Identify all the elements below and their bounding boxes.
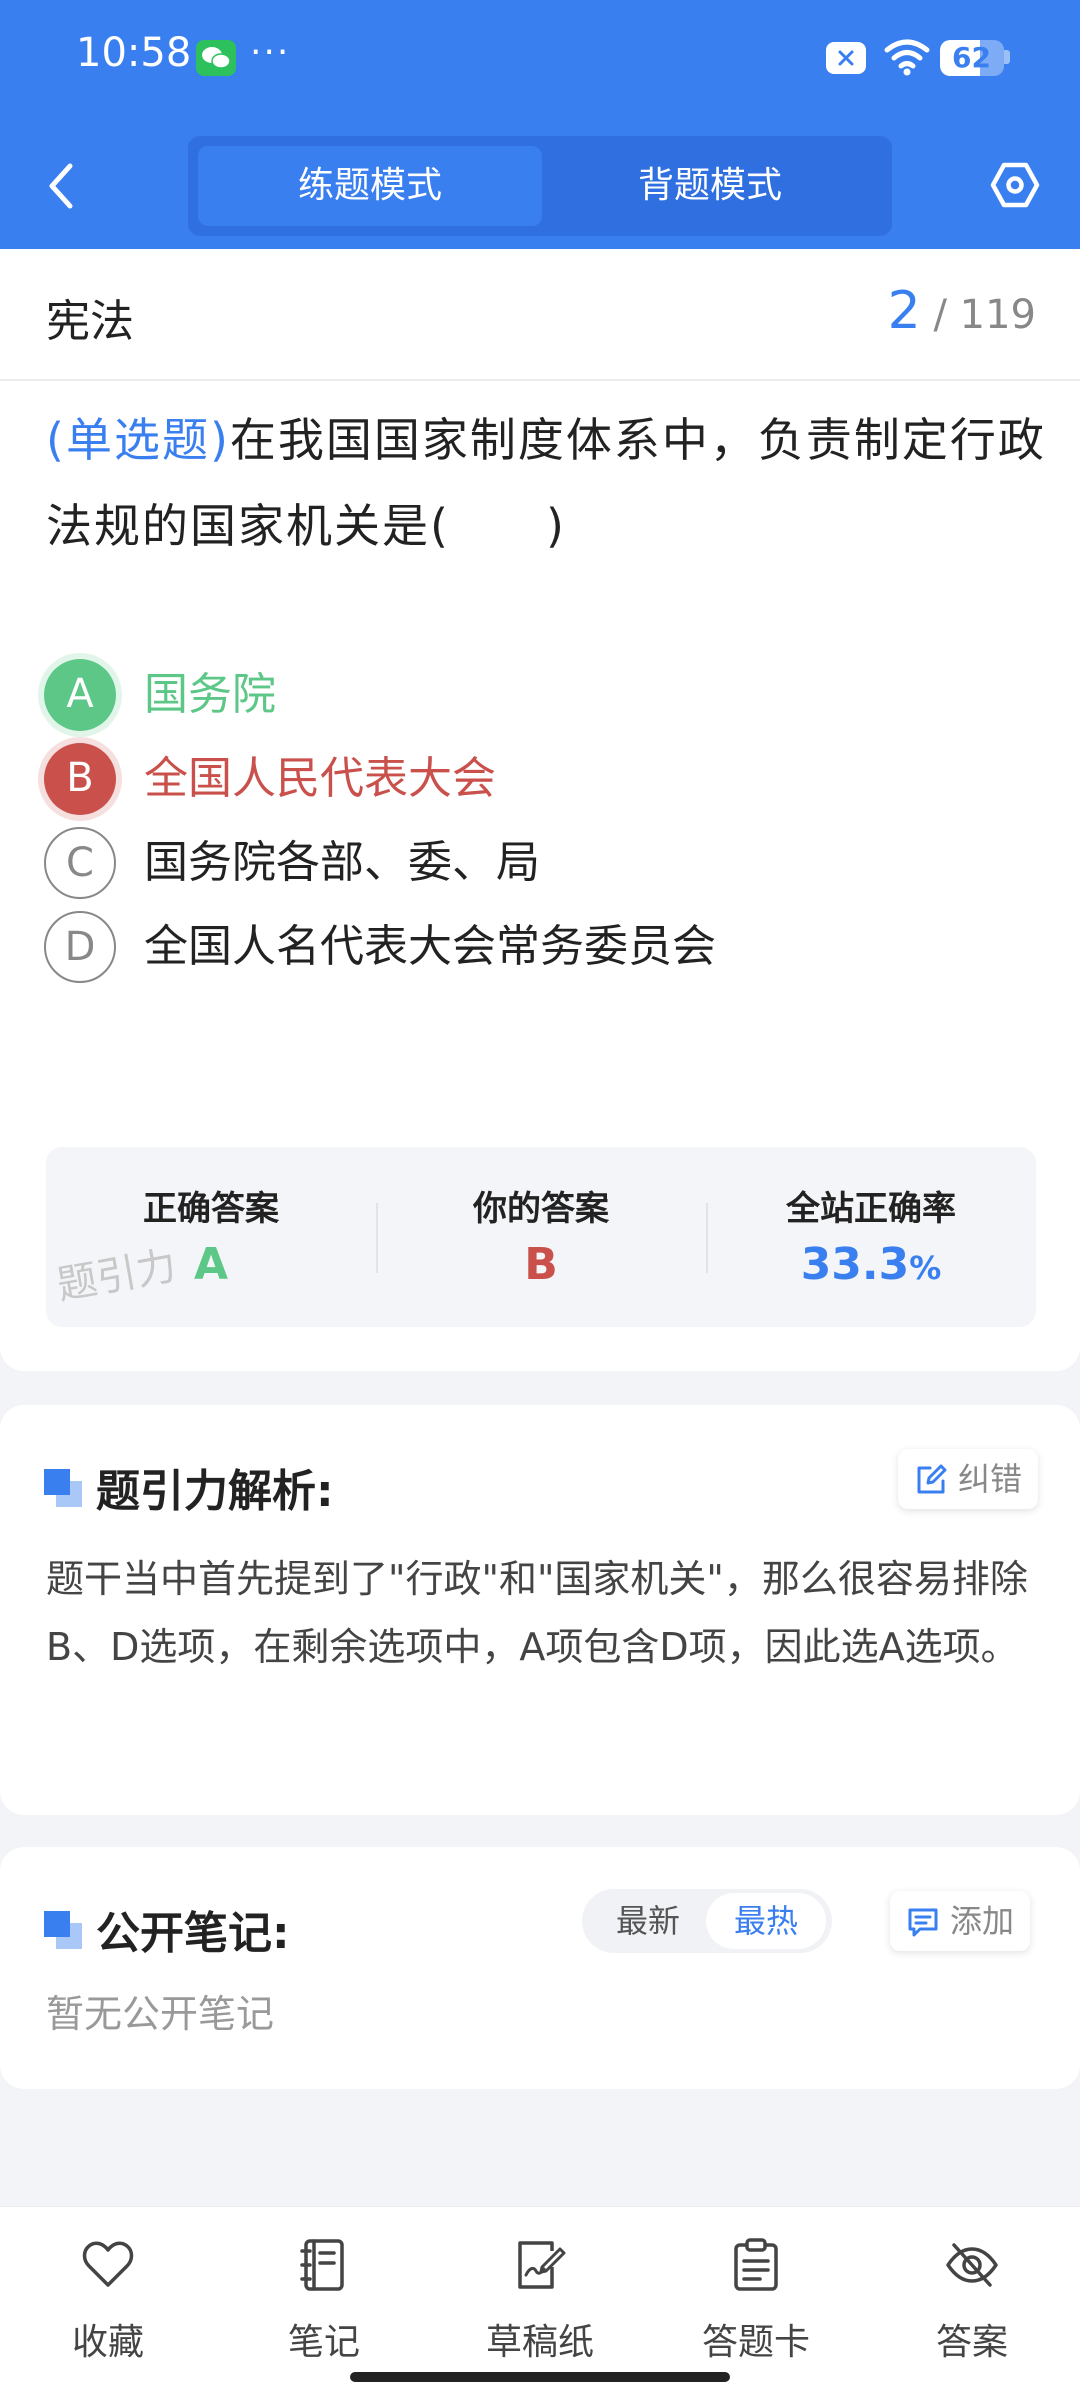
option-text: 全国人名代表大会常务委员会 (144, 921, 716, 972)
accuracy-column: 全站正确率 33.3% (706, 1147, 1036, 1327)
wechat-notification-icon (196, 40, 236, 76)
battery-tip (1004, 50, 1010, 64)
option-text: 国务院 (144, 669, 276, 720)
tab-answer-sheet[interactable]: 答题卡 (648, 2227, 864, 2367)
tab-notes[interactable]: 笔记 (216, 2227, 432, 2367)
correct-answer-label: 正确答案 (143, 1189, 279, 1229)
analysis-text: 题干当中首先提到了"行政"和"国家机关"，那么很容易排除B、D选项，在剩余选项中… (46, 1557, 1028, 1669)
section-squares-icon (44, 1469, 84, 1509)
progress-current: 2 (887, 281, 921, 341)
your-answer-label: 你的答案 (473, 1189, 609, 1229)
wifi-icon (884, 39, 930, 76)
tab-label: 答案 (935, 2322, 1008, 2363)
settings-hexagon-icon[interactable] (990, 160, 1040, 210)
tab-label: 笔记 (287, 2322, 360, 2363)
bottom-toolbar: 收藏 笔记 草稿纸 答题卡 答案 (0, 2206, 1080, 2400)
tab-label: 收藏 (71, 2322, 144, 2363)
add-note-button[interactable]: 添加 (890, 1891, 1031, 1951)
empty-notes-text: 暂无公开笔记 (46, 1992, 275, 2036)
section-squares-icon (44, 1911, 84, 1951)
tab-scratch-paper[interactable]: 草稿纸 (432, 2227, 648, 2367)
option-letter: B (44, 743, 116, 815)
edit-icon (917, 1464, 947, 1494)
option-d[interactable]: D 全国人名代表大会常务委员会 (44, 911, 1044, 991)
question-stem: (单选题)在我国国家制度体系中，负责制定行政法规的国家机关是( ) (46, 397, 1046, 569)
option-letter: D (44, 911, 116, 983)
add-note-label: 添加 (950, 1902, 1015, 1940)
no-sim-icon (826, 42, 866, 74)
option-letter: C (44, 827, 116, 899)
eye-off-icon (946, 2243, 998, 2287)
question-progress[interactable]: 2 / 119 (888, 281, 1036, 341)
answer-sheet-icon (734, 2238, 778, 2291)
your-answer-value: B (524, 1239, 558, 1290)
accuracy-unit: % (909, 1249, 942, 1287)
answer-result-panel: 正确答案 A 你的答案 B 全站正确率 33.3% 题引力 (46, 1147, 1036, 1327)
analysis-card: 题引力解析: 纠错 题干当中首先提到了"行政"和"国家机关"，那么很容易排除B、… (0, 1405, 1080, 1815)
analysis-title: 题引力解析: (96, 1466, 334, 1517)
tab-memorize-mode[interactable]: 背题模式 (538, 146, 882, 226)
tab-show-answer[interactable]: 答案 (864, 2227, 1080, 2367)
option-letter: A (44, 659, 116, 731)
divider (0, 379, 1080, 381)
report-error-label: 纠错 (958, 1460, 1023, 1498)
subject-title: 宪法 (46, 296, 134, 347)
public-notes-card: 公开笔记: 最新 最热 添加 暂无公开笔记 (0, 1847, 1080, 2089)
battery-level: 62 (952, 41, 991, 74)
heart-icon (82, 2241, 134, 2287)
mode-switch: 练题模式 背题模式 (188, 136, 892, 236)
option-c[interactable]: C 国务院各部、委、局 (44, 827, 1044, 907)
notes-sort-toggle: 最新 最热 (582, 1889, 832, 1953)
tab-label: 答题卡 (701, 2322, 810, 2363)
question-card: 宪法 2 / 119 (单选题)在我国国家制度体系中，负责制定行政法规的国家机关… (0, 249, 1080, 1371)
option-text: 全国人民代表大会 (144, 753, 496, 804)
notes-title: 公开笔记: (96, 1908, 290, 1959)
status-time: 10:58 (76, 30, 192, 76)
home-indicator[interactable] (350, 2372, 730, 2382)
tab-label: 草稿纸 (485, 2322, 594, 2363)
comment-add-icon (908, 1908, 938, 1937)
report-error-button[interactable]: 纠错 (898, 1449, 1039, 1509)
status-more-dots: ··· (250, 32, 291, 73)
your-answer-column: 你的答案 B (376, 1147, 706, 1327)
accuracy-number: 33.3 (800, 1239, 910, 1290)
option-b[interactable]: B 全国人民代表大会 (44, 743, 1044, 823)
tab-practice-mode[interactable]: 练题模式 (198, 146, 542, 226)
back-chevron-icon[interactable] (42, 160, 82, 212)
option-text: 国务院各部、委、局 (144, 837, 540, 888)
question-type: (单选题) (46, 413, 230, 467)
sort-latest-button[interactable]: 最新 (588, 1893, 708, 1949)
tab-favorite[interactable]: 收藏 (0, 2227, 216, 2367)
scratch-paper-icon (518, 2241, 566, 2289)
accuracy-value: 33.3% (706, 1239, 1036, 1290)
battery-icon: 62 (940, 40, 1004, 76)
progress-total: / 119 (933, 292, 1036, 338)
sort-hot-button[interactable]: 最热 (706, 1893, 826, 1949)
top-header: 10:58 ··· 62 练题模式 背题模式 (0, 0, 1080, 249)
notebook-icon (300, 2239, 344, 2291)
option-a[interactable]: A 国务院 (44, 659, 1044, 739)
accuracy-label: 全站正确率 (786, 1189, 956, 1229)
